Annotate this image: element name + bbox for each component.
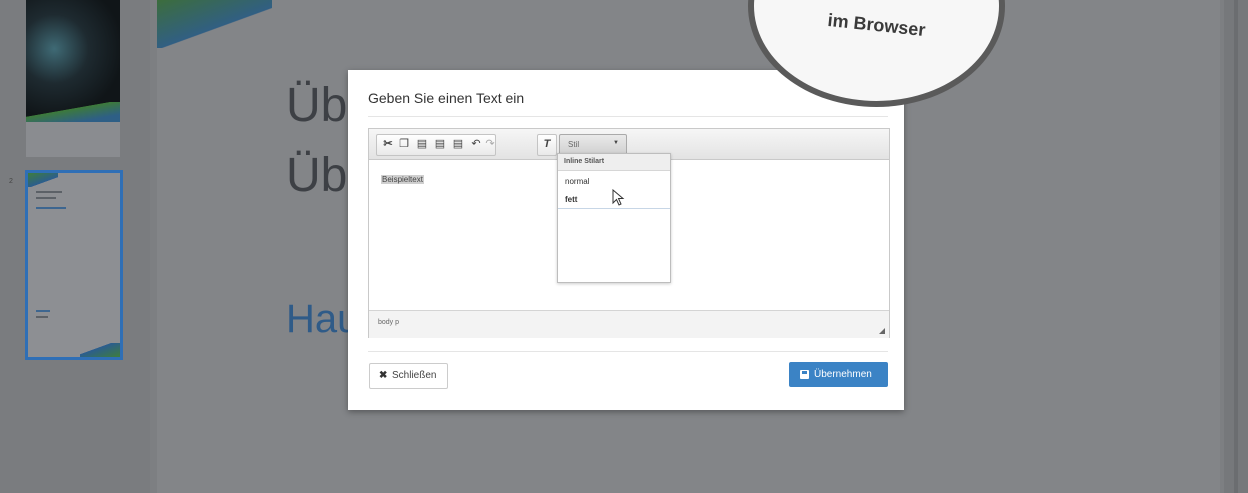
resize-handle-icon[interactable] [879,328,885,334]
toolbar-group-clipboard: ✂ ❐ ▤ ▤ ▤ ↶ ↷ [376,134,496,156]
paste-word-icon[interactable]: ▤ [451,137,465,151]
dropdown-item-normal[interactable]: normal [558,172,670,190]
thumbnail-accent-bottom [80,343,120,357]
element-path[interactable]: body p [378,319,399,326]
badge-text: im Browser [826,9,927,41]
divider [368,351,888,352]
save-icon [800,370,809,379]
cut-icon[interactable]: ✂ [381,137,395,151]
thumbnail-accent-top [28,173,58,187]
apply-button[interactable]: Übernehmen [789,362,888,387]
remove-format-icon[interactable]: T [540,137,554,151]
dropdown-header: Inline Stilart [558,154,670,171]
slide-title-line-2[interactable]: Üb [286,148,347,203]
slide-title-line-1[interactable]: Üb [286,78,347,133]
style-combo-label: Stil [568,140,580,149]
slide-thumbnail-2[interactable] [25,170,123,360]
close-button-label: Schließen [392,370,437,381]
chevron-down-icon: ▼ [613,140,619,146]
thumbnail-text-line [36,207,66,209]
dropdown-header-label: Inline Stilart [564,158,605,165]
slide-thumbnail-1-image [26,0,120,122]
slide-number: 2 [9,178,13,185]
paste-icon[interactable]: ▤ [415,137,429,151]
close-icon: ✖ [379,370,388,381]
sample-text[interactable]: Beispieltext [381,175,424,184]
apply-button-label: Übernehmen [814,369,872,380]
toolbar-group-format: T [537,134,557,156]
element-path-bar: body p [369,310,889,338]
copy-icon[interactable]: ❐ [397,137,411,151]
thumbnail-text-line [36,191,62,193]
thumbnail-text-line [36,197,56,199]
style-dropdown-menu: Inline Stilart normal fett [557,153,671,283]
mouse-cursor-icon [612,189,625,206]
redo-icon[interactable]: ↷ [483,137,497,151]
slide-thumbnail-panel: 2 [0,0,150,493]
vertical-scrollbar[interactable] [1224,0,1248,493]
thumbnail-text-line [36,316,48,318]
undo-icon[interactable]: ↶ [469,137,483,151]
slide-thumbnail-1[interactable] [26,0,120,157]
divider [368,116,888,117]
slide-accent-shape [157,0,272,48]
thumbnail-text-line [36,310,50,312]
paste-text-icon[interactable]: ▤ [433,137,447,151]
close-button[interactable]: ✖ Schließen [369,363,448,389]
dialog-title: Geben Sie einen Text ein [368,90,525,106]
dropdown-item-label: normal [565,177,590,186]
dropdown-item-label: fett [565,195,578,204]
